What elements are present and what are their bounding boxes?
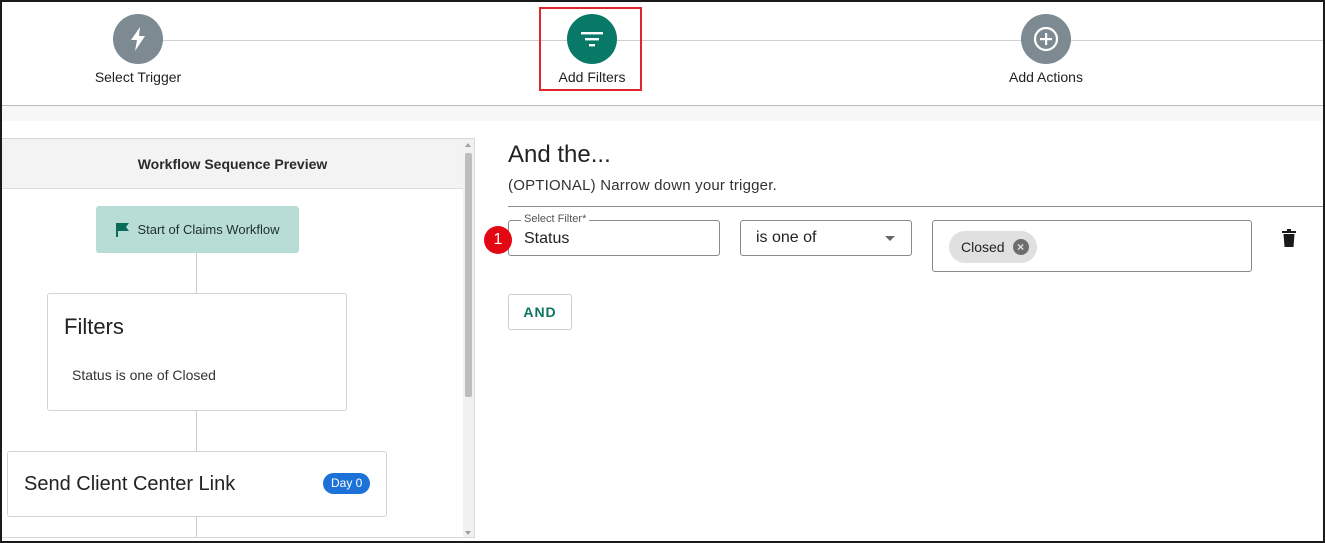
step-label: Select Trigger: [94, 69, 182, 85]
workflow-stepper: Select Trigger Add Filters Add Actions: [2, 2, 1323, 106]
chevron-down-icon: [885, 236, 895, 241]
workflow-sequence-preview: Workflow Sequence Preview Start of Claim…: [2, 138, 475, 538]
preview-scrollbar[interactable]: [463, 139, 474, 537]
trash-icon: [1282, 229, 1296, 247]
value-chip[interactable]: Closed ×: [949, 231, 1037, 263]
plus-circle-icon: [1021, 14, 1071, 64]
step-select-trigger[interactable]: Select Trigger: [58, 14, 218, 85]
section-title: And the...: [508, 141, 611, 168]
start-node[interactable]: Start of Claims Workflow: [96, 206, 299, 253]
step-label: Add Actions: [1009, 69, 1083, 85]
flag-icon: [116, 222, 130, 237]
delete-filter-button[interactable]: [1282, 229, 1296, 252]
select-filter-label: Select Filter*: [521, 213, 590, 225]
stepper-line: [138, 40, 1323, 41]
filters-card[interactable]: Filters Status is one of Closed: [47, 293, 347, 411]
start-node-label: Start of Claims Workflow: [137, 222, 280, 237]
scroll-down-icon[interactable]: [465, 531, 471, 535]
select-filter-field[interactable]: Select Filter* Status: [508, 213, 720, 256]
preview-header: Workflow Sequence Preview: [2, 139, 463, 189]
lightning-icon: [113, 14, 163, 64]
workflow-editor: Select Trigger Add Filters Add Actions W…: [0, 0, 1325, 543]
action-card[interactable]: Send Client Center Link Day 0: [7, 451, 387, 517]
day-badge: Day 0: [323, 473, 371, 494]
filters-card-title: Filters: [64, 314, 124, 339]
select-filter-value: Status: [524, 230, 570, 247]
active-step-highlight: [539, 7, 642, 91]
section-divider: [508, 206, 1323, 207]
close-icon[interactable]: ×: [1012, 239, 1029, 255]
connector-line: [196, 253, 197, 293]
operator-value: is one of: [756, 229, 817, 246]
step-number-marker: 1: [484, 226, 512, 254]
filter-values-input[interactable]: Closed ×: [932, 220, 1252, 272]
action-card-title: Send Client Center Link: [24, 473, 236, 495]
step-add-actions[interactable]: Add Actions: [966, 14, 1126, 85]
scroll-up-icon[interactable]: [465, 143, 471, 147]
section-subtitle: (OPTIONAL) Narrow down your trigger.: [508, 177, 777, 194]
operator-dropdown[interactable]: is one of: [740, 220, 912, 256]
chip-label: Closed: [961, 239, 1005, 255]
connector-line: [196, 517, 197, 537]
scroll-thumb[interactable]: [465, 153, 472, 397]
and-button[interactable]: AND: [508, 294, 572, 330]
header-divider: [2, 106, 1323, 121]
filters-card-summary: Status is one of Closed: [72, 367, 216, 383]
connector-line: [196, 411, 197, 451]
filter-builder: And the... (OPTIONAL) Narrow down your t…: [476, 121, 1323, 541]
